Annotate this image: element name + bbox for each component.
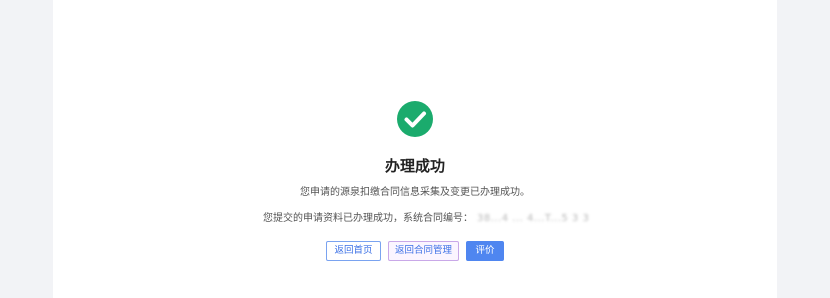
result-subtitle: 您申请的源泉扣缴合同信息采集及变更已办理成功。 [300,187,530,198]
check-circle-background [397,101,433,137]
check-circle-icon [397,101,433,137]
contract-number: 38...4 ... 4...T...5 3 3 [477,213,590,224]
back-to-home-button[interactable]: 返回首页 [326,241,381,261]
result-title: 办理成功 [384,157,445,175]
detail-text: 您提交的申请资料已办理成功，系统合同编号： [263,213,473,224]
result-detail: 您提交的申请资料已办理成功，系统合同编号： 38...4 ... 4...T...… [263,212,589,226]
rate-button[interactable]: 评价 [466,241,504,261]
back-to-contract-management-button[interactable]: 返回合同管理 [388,241,459,261]
